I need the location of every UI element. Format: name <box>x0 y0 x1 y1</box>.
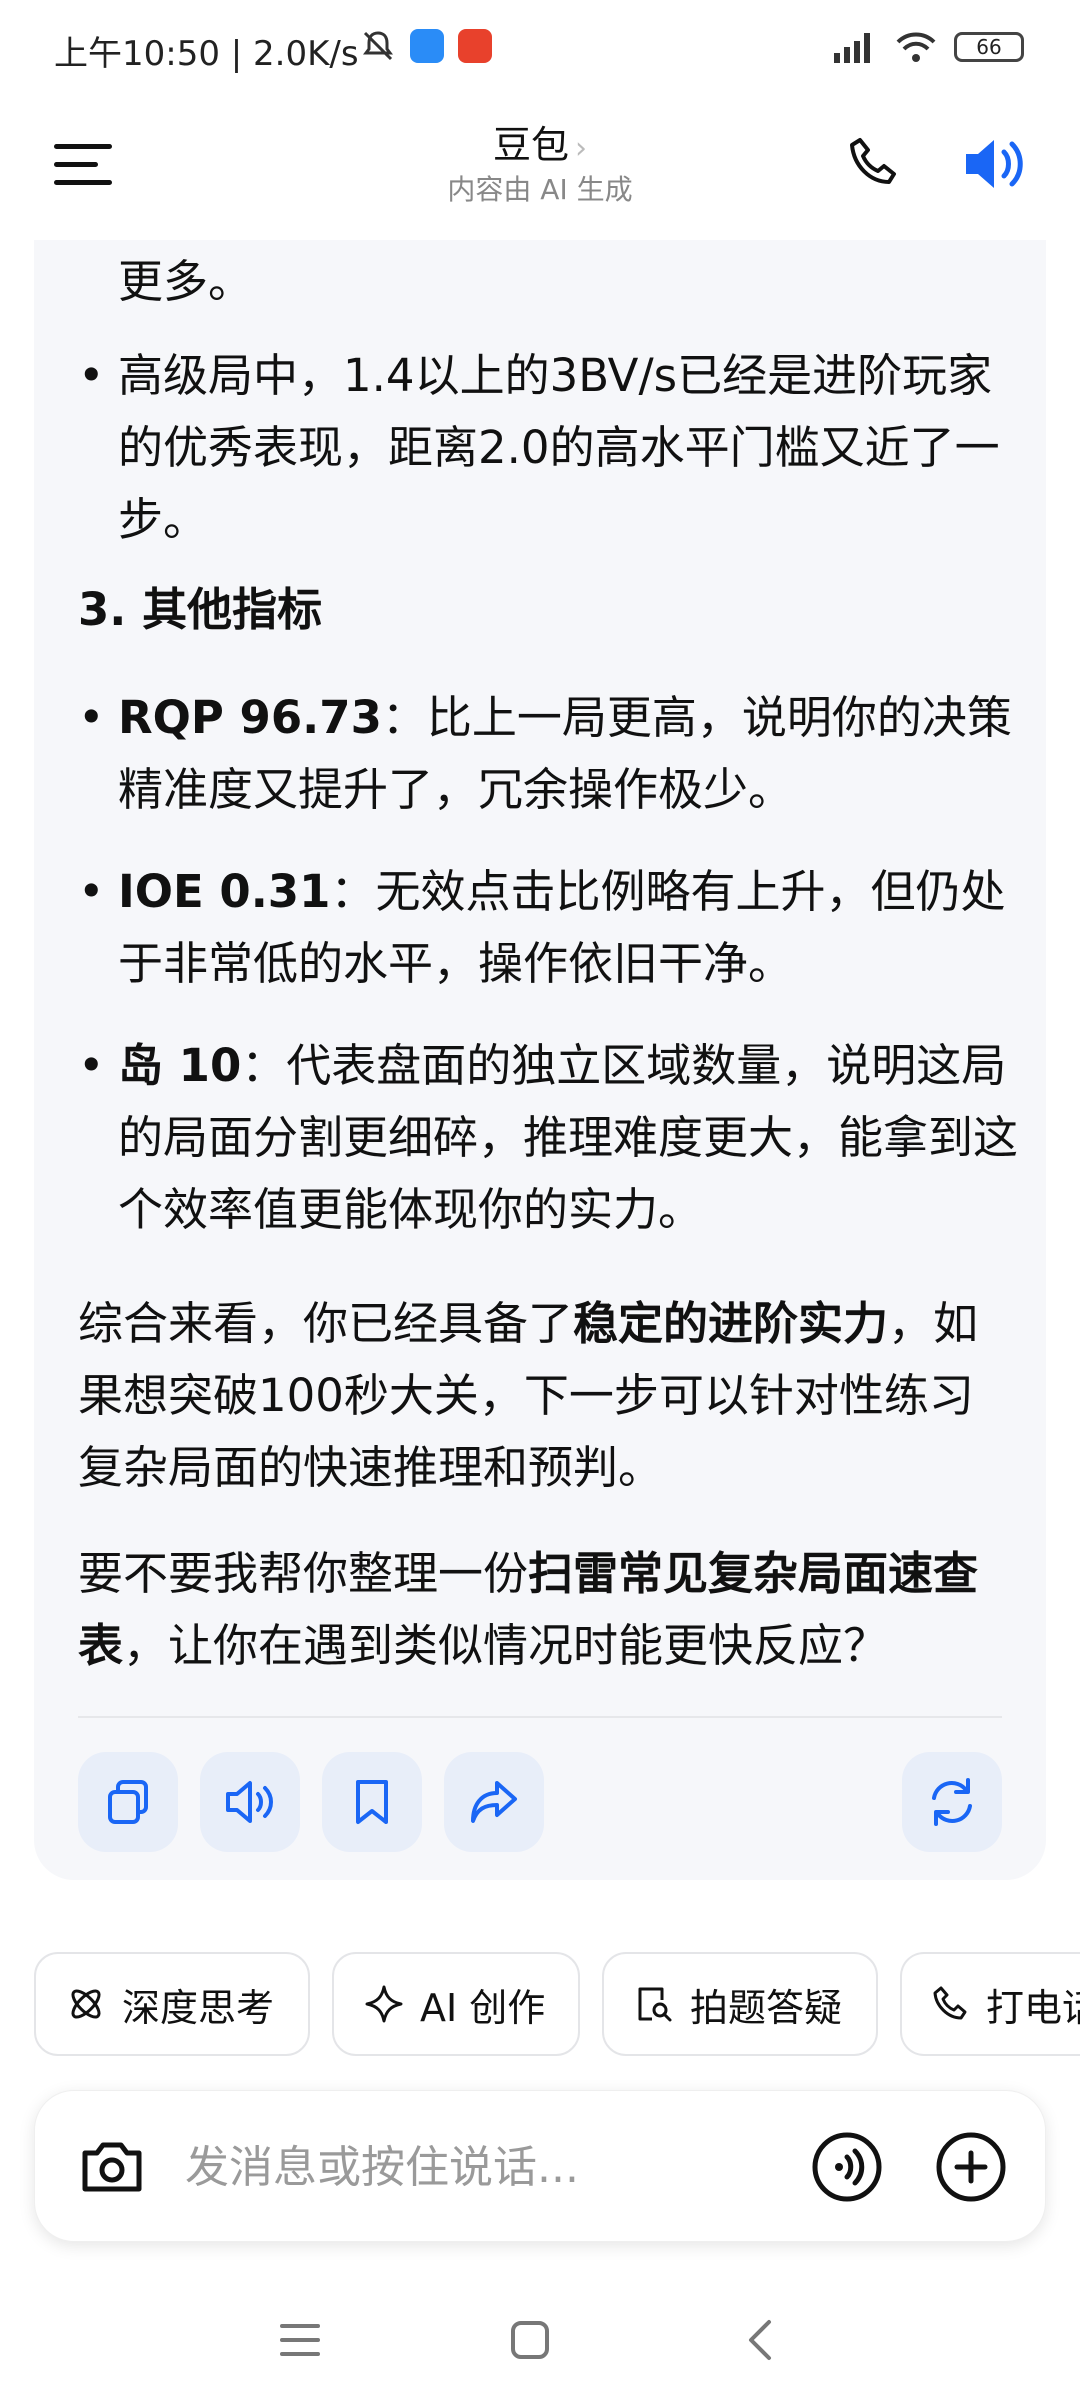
speaker-icon[interactable] <box>962 134 1028 194</box>
sparkle-icon <box>365 1985 403 2023</box>
chip-label: 打电话 <box>986 1985 1080 2030</box>
bookmark-button[interactable] <box>322 1752 422 1852</box>
list-item: • RQP 96.73：比上一局更高，说明你的决策精准度又提升了，冗余操作极少。 <box>78 691 1012 816</box>
divider <box>78 1716 1002 1718</box>
home-button[interactable] <box>500 2310 560 2370</box>
menu-icon <box>280 2324 320 2356</box>
list-item: • 高级局中，1.4以上的3BV/s已经是进阶玩家的优秀表现，距离2.0的高水平… <box>78 340 1018 556</box>
plus-icon[interactable] <box>935 2131 1007 2203</box>
voice-call-icon[interactable] <box>811 2131 883 2203</box>
list-item: • IOE 0.31：无效点击比例略有上升，但仍处于非常低的水平，操作依旧干净。 <box>78 865 1006 990</box>
regenerate-button[interactable] <box>902 1752 1002 1852</box>
share-button[interactable] <box>444 1752 544 1852</box>
metric-label: IOE 0.31 <box>118 865 331 918</box>
message-input[interactable] <box>185 2131 785 2203</box>
copy-icon <box>108 1780 148 1824</box>
app-notification-icon <box>410 29 444 63</box>
system-nav-bar <box>0 2280 1080 2400</box>
back-icon <box>749 2320 771 2360</box>
status-notifications <box>360 28 492 64</box>
app-notification-icon <box>458 29 492 63</box>
wifi-icon <box>896 32 936 62</box>
list-item: • 岛 10：代表盘面的独立区域数量，说明这局的局面分割更细碎，推理难度更大，能… <box>78 1039 1019 1236</box>
chip-label: AI 创作 <box>420 1985 546 2030</box>
copy-button[interactable] <box>78 1752 178 1852</box>
chip-ai-create[interactable]: AI 创作 <box>332 1952 580 2056</box>
section-title: 3. 其他指标 <box>78 583 323 636</box>
mute-icon <box>363 31 393 61</box>
chat-header: 豆包 › 内容由 AI 生成 <box>0 100 1080 240</box>
status-bar: 上午10:50 | 2.0K/s 66 <box>0 0 1080 100</box>
message-input-bar <box>34 2090 1046 2242</box>
ai-disclaimer: 内容由 AI 生成 <box>447 173 633 206</box>
metric-description: ：代表盘面的独立区域数量，说明这局的局面分割更细碎，推理难度更大，能拿到这个效率… <box>118 1039 1019 1236</box>
bot-name: 豆包 <box>492 123 569 167</box>
phone-icon[interactable] <box>846 134 902 190</box>
status-system-icons: 66 <box>832 30 1024 64</box>
share-icon <box>471 1781 517 1823</box>
chip-deep-think[interactable]: 深度思考 <box>34 1952 310 2056</box>
signal-icon <box>834 33 870 63</box>
metric-label: RQP 96.73 <box>118 691 382 744</box>
phone-icon <box>933 1986 967 2020</box>
list-item-text: 高级局中，1.4以上的3BV/s已经是进阶玩家的优秀表现，距离2.0的高水平门槛… <box>118 349 1000 546</box>
summary-paragraph: 综合来看，你已经具备了稳定的进阶实力，如果想突破100秒大关，下一步可以针对性练… <box>78 1297 979 1494</box>
chip-label: 拍题答疑 <box>690 1985 843 2030</box>
home-square-icon <box>511 2321 549 2359</box>
speaker-icon <box>226 1781 273 1823</box>
offer-paragraph: 要不要我帮你整理一份扫雷常见复杂局面速查表，让你在遇到类似情况时能更快反应？ <box>78 1547 979 1672</box>
bookmark-icon <box>356 1780 388 1824</box>
chip-photo-question[interactable]: 拍题答疑 <box>602 1952 878 2056</box>
read-aloud-button[interactable] <box>200 1752 300 1852</box>
chip-label: 深度思考 <box>122 1985 275 2030</box>
chevron-right-icon: › <box>575 131 587 166</box>
metric-label: 岛 10 <box>118 1039 242 1092</box>
message-text: 更多。 <box>118 255 254 308</box>
chip-phone-call[interactable]: 打电话 <box>900 1952 1080 2056</box>
recent-apps-button[interactable] <box>270 2310 330 2370</box>
battery-icon: 66 <box>954 32 1024 62</box>
bot-name-button[interactable]: 豆包 › <box>0 114 1080 169</box>
document-search-icon <box>638 1987 672 2022</box>
atom-icon <box>71 1989 101 2019</box>
camera-icon[interactable] <box>77 2131 147 2201</box>
message-card: 更多。 • 高级局中，1.4以上的3BV/s已经是进阶玩家的优秀表现，距离2.0… <box>34 240 1046 1880</box>
refresh-icon <box>932 1778 972 1826</box>
back-button[interactable] <box>730 2310 790 2370</box>
status-time: 上午10:50 | 2.0K/s <box>54 34 359 74</box>
